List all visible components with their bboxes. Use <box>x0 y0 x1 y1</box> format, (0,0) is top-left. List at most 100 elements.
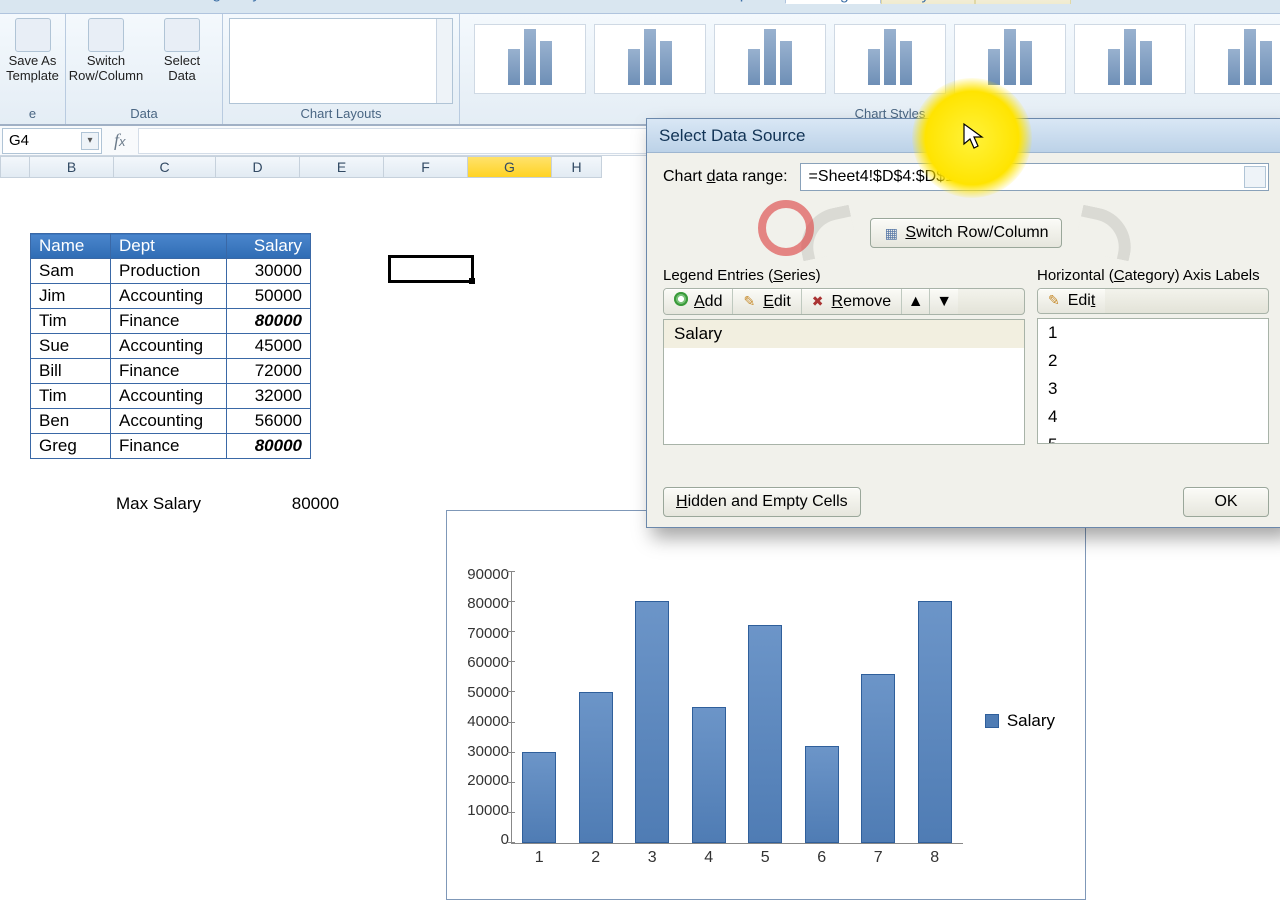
chart-style-3[interactable] <box>714 24 826 94</box>
table-row[interactable]: JimAccounting50000 <box>31 284 311 309</box>
group-layouts-label: Chart Layouts <box>301 106 382 123</box>
tab-design[interactable]: Design <box>785 0 881 4</box>
chart-style-4[interactable] <box>834 24 946 94</box>
chart-style-1[interactable] <box>474 24 586 94</box>
tab-review[interactable]: Review <box>493 0 589 4</box>
save-as-template-label: Save AsTemplate <box>6 54 59 84</box>
chart-style-6[interactable] <box>1074 24 1186 94</box>
col-header-e[interactable]: E <box>300 156 384 178</box>
chart-data-range-label: Chart data range: <box>663 168 788 186</box>
legend-label: Salary <box>1007 711 1055 731</box>
gallery-scroll[interactable] <box>436 19 452 103</box>
grid-icon <box>883 225 899 241</box>
ribbon-tabs: Home Insert Page Layout Formulas Data Re… <box>0 0 1280 14</box>
series-add-button[interactable]: Add <box>664 289 733 314</box>
group-chart-styles: Chart Styles <box>460 14 1280 124</box>
chart-plot-area <box>511 571 963 843</box>
chart-axis-line-h <box>511 843 963 844</box>
chart-bars <box>511 571 963 843</box>
chart-legend: Salary <box>985 711 1055 731</box>
group-type-label: e <box>29 106 36 123</box>
switch-rc-icon <box>88 18 124 52</box>
group-data-label: Data <box>130 106 157 123</box>
tab-home[interactable]: Home <box>0 0 87 4</box>
name-box-dropdown-icon[interactable]: ▾ <box>81 132 99 150</box>
series-listbox[interactable]: Salary <box>663 319 1025 445</box>
tab-developer[interactable]: Developer <box>668 0 785 4</box>
ribbon-body: Save AsTemplate e SwitchRow/Column Selec… <box>0 14 1280 126</box>
name-box-value: G4 <box>9 132 29 149</box>
list-item[interactable]: 3 <box>1038 375 1268 403</box>
axis-labels-label: Horizontal (Category) Axis Labels <box>1037 267 1269 284</box>
group-chart-layouts: Chart Layouts <box>223 14 460 124</box>
chart-data-range-value: =Sheet4!$D$4:$D$11 <box>809 168 962 186</box>
chart-bar <box>861 674 895 843</box>
col-header-blank[interactable] <box>0 156 30 178</box>
chart-style-2[interactable] <box>594 24 706 94</box>
chart-style-7[interactable] <box>1194 24 1280 94</box>
series-edit-button[interactable]: Edit <box>733 289 801 314</box>
switch-rc-label: SwitchRow/Column <box>69 54 143 84</box>
series-move-down-button[interactable]: ▼ <box>930 289 958 314</box>
col-header-h[interactable]: H <box>552 156 602 178</box>
table-row[interactable]: SueAccounting45000 <box>31 334 311 359</box>
tab-data[interactable]: Data <box>415 0 493 4</box>
series-remove-button[interactable]: Remove <box>802 289 902 314</box>
tab-page-layout[interactable]: Page Layout <box>171 0 305 4</box>
table-row[interactable]: BenAccounting56000 <box>31 409 311 434</box>
fx-icon[interactable]: fx <box>114 130 126 151</box>
axis-edit-button[interactable]: Edit <box>1038 289 1105 313</box>
name-box[interactable]: G4 ▾ <box>2 128 102 154</box>
chart-bar <box>805 746 839 843</box>
table-row[interactable]: SamProduction30000 <box>31 259 311 284</box>
dialog-title: Select Data Source <box>659 126 805 146</box>
switch-row-column-dialog-button[interactable]: Switch Row/Column <box>870 218 1061 248</box>
col-header-g[interactable]: G <box>468 156 552 178</box>
chart-layouts-gallery[interactable] <box>229 18 453 104</box>
col-header-d[interactable]: D <box>216 156 300 178</box>
embedded-chart[interactable]: 9000080000700006000050000400003000020000… <box>446 510 1086 900</box>
col-header-b[interactable]: B <box>30 156 114 178</box>
category-listbox[interactable]: 12345 <box>1037 318 1269 444</box>
pencil-icon <box>743 293 757 311</box>
dialog-titlebar[interactable]: Select Data Source <box>647 119 1280 153</box>
table-row[interactable]: TimAccounting32000 <box>31 384 311 409</box>
ok-button[interactable]: OK <box>1183 487 1269 517</box>
table-row[interactable]: BillFinance72000 <box>31 359 311 384</box>
tab-insert[interactable]: Insert <box>87 0 171 4</box>
th-salary: Salary <box>227 234 311 259</box>
list-item[interactable]: Salary <box>664 320 1024 348</box>
chart-data-range-input[interactable]: =Sheet4!$D$4:$D$11 <box>800 163 1269 191</box>
active-cell[interactable] <box>388 255 474 283</box>
table-row[interactable]: TimFinance80000 <box>31 309 311 334</box>
pencil-icon <box>1048 292 1062 310</box>
switch-row-column-button[interactable]: SwitchRow/Column <box>72 18 140 84</box>
table-row[interactable]: GregFinance80000 <box>31 434 311 459</box>
col-header-c[interactable]: C <box>114 156 216 178</box>
list-item[interactable]: 1 <box>1038 319 1268 347</box>
series-move-up-button[interactable]: ▲ <box>902 289 930 314</box>
hidden-empty-cells-button[interactable]: Hidden and Empty Cells <box>663 487 861 517</box>
tab-formulas[interactable]: Formulas <box>305 0 416 4</box>
summary-label: Max Salary <box>116 494 201 514</box>
chart-bar <box>748 625 782 843</box>
select-data-button[interactable]: SelectData <box>148 18 216 84</box>
fill-handle[interactable] <box>469 278 475 284</box>
axis-toolbar: Edit <box>1037 288 1269 314</box>
range-picker-icon[interactable] <box>1244 166 1266 188</box>
chart-style-5[interactable] <box>954 24 1066 94</box>
list-item[interactable]: 4 <box>1038 403 1268 431</box>
col-header-f[interactable]: F <box>384 156 468 178</box>
tab-view[interactable]: View <box>590 0 668 4</box>
summary-row: Max Salary 80000 <box>116 494 339 514</box>
data-table: Name Dept Salary SamProduction30000JimAc… <box>30 233 311 459</box>
list-item[interactable]: 5 <box>1038 431 1268 444</box>
tab-format[interactable]: Format <box>975 0 1072 4</box>
plus-icon <box>674 292 688 311</box>
chart-x-axis: 12345678 <box>511 849 963 867</box>
series-toolbar: Add Edit Remove ▲ ▼ <box>663 288 1025 315</box>
template-icon <box>15 18 51 52</box>
list-item[interactable]: 2 <box>1038 347 1268 375</box>
save-as-template-button[interactable]: Save AsTemplate <box>0 18 67 84</box>
tab-layout[interactable]: Layout <box>881 0 975 4</box>
